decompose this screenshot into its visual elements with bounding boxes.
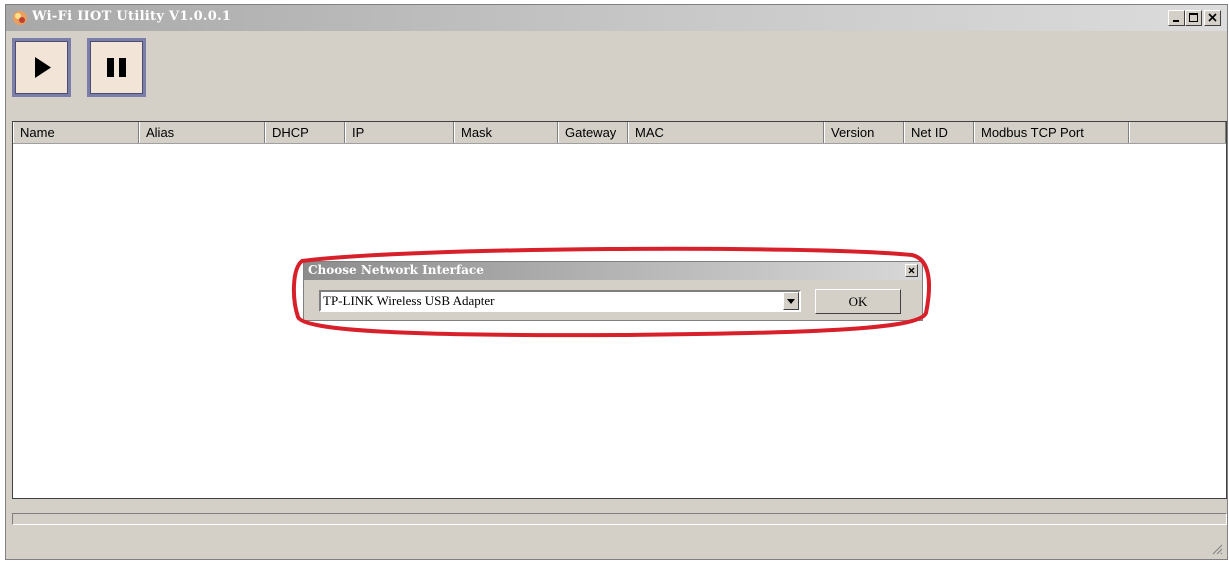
column-header-ip[interactable]: IP <box>345 122 454 143</box>
maximize-button[interactable] <box>1185 10 1202 26</box>
start-scan-button[interactable] <box>12 38 71 97</box>
column-header-modbus-tcp-port[interactable]: Modbus TCP Port <box>974 122 1129 143</box>
device-list-header: Name Alias DHCP IP Mask Gateway MAC Vers… <box>13 122 1226 144</box>
column-header-version[interactable]: Version <box>824 122 904 143</box>
column-header-net-id[interactable]: Net ID <box>904 122 974 143</box>
maximize-icon <box>1189 13 1198 22</box>
window-title: Wi-Fi IIOT Utility V1.0.0.1 <box>32 9 232 24</box>
resize-grip-icon[interactable] <box>1211 543 1223 555</box>
app-icon <box>13 11 27 25</box>
title-bar[interactable]: Wi-Fi IIOT Utility V1.0.0.1 <box>6 5 1227 31</box>
column-header-dhcp[interactable]: DHCP <box>265 122 345 143</box>
minimize-icon <box>1173 20 1179 22</box>
column-header-mac[interactable]: MAC <box>628 122 824 143</box>
window-controls <box>1168 10 1221 26</box>
column-header-mask[interactable]: Mask <box>454 122 558 143</box>
close-icon <box>1208 13 1217 22</box>
column-header-name[interactable]: Name <box>13 122 139 143</box>
column-header-alias[interactable]: Alias <box>139 122 265 143</box>
status-bar <box>12 513 1227 525</box>
play-icon <box>35 57 51 78</box>
stop-scan-button[interactable] <box>87 38 146 97</box>
column-header-gateway[interactable]: Gateway <box>558 122 628 143</box>
close-button[interactable] <box>1204 10 1221 26</box>
pause-icon <box>107 58 126 77</box>
column-header-empty <box>1129 122 1226 143</box>
highlight-ellipse <box>291 246 932 338</box>
minimize-button[interactable] <box>1168 10 1185 26</box>
